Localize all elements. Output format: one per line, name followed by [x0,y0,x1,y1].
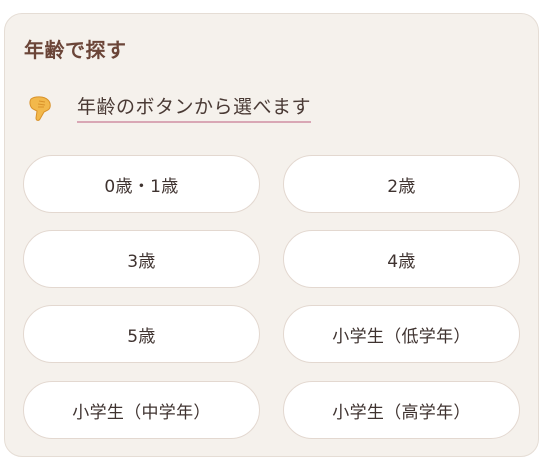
age-button-elementary-upper[interactable]: 小学生（高学年） [283,381,520,439]
age-button-elementary-lower[interactable]: 小学生（低学年） [283,305,520,363]
age-button-3[interactable]: 3歳 [23,230,260,288]
age-button-2[interactable]: 2歳 [283,155,520,213]
pointing-hand-icon [25,93,55,123]
hint-row: 年齢のボタンから選べます [25,92,312,124]
age-button-5[interactable]: 5歳 [23,305,260,363]
age-button-4[interactable]: 4歳 [283,230,520,288]
hint-text: 年齢のボタンから選べます [77,93,312,123]
age-button-0-1[interactable]: 0歳・1歳 [23,155,260,213]
section-title: 年齢で探す [24,38,127,62]
age-button-elementary-middle[interactable]: 小学生（中学年） [23,381,260,439]
age-search-card: 年齢で探す 年齢のボタンから選べます 0歳・1歳 2歳 3歳 4歳 5歳 小学生… [4,13,539,457]
